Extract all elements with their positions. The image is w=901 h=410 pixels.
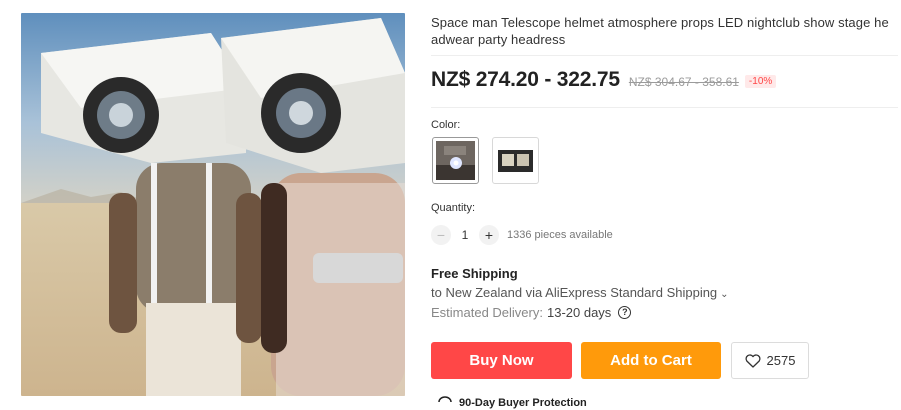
wishlist-button[interactable]: 2575 xyxy=(731,342,809,379)
product-title: Space man Telescope helmet atmosphere pr… xyxy=(431,15,889,47)
delivery-days: 13-20 days xyxy=(546,305,612,320)
quantity-decrease-button[interactable]: − xyxy=(431,225,451,245)
price-divider xyxy=(431,107,898,108)
available-stock: 1336 pieces available xyxy=(507,229,613,241)
add-to-cart-button[interactable]: Add to Cart xyxy=(581,342,721,379)
product-photo-illustration xyxy=(21,13,405,396)
product-main-image[interactable] xyxy=(21,13,405,396)
buy-now-button[interactable]: Buy Now xyxy=(431,342,572,379)
quantity-value[interactable]: 1 xyxy=(451,228,479,242)
quantity-label: Quantity: xyxy=(431,202,476,214)
wishlist-count: 2575 xyxy=(766,353,796,368)
shipping-route: to New Zealand via AliExpress Standard S… xyxy=(431,285,718,300)
help-circle-icon[interactable]: ? xyxy=(618,306,632,319)
shipping-method-selector[interactable]: to New Zealand via AliExpress Standard S… xyxy=(431,285,729,300)
shield-icon xyxy=(438,396,452,403)
quantity-increase-button[interactable]: + xyxy=(479,225,499,245)
buyer-protection-label: 90-Day Buyer Protection xyxy=(459,397,587,409)
color-swatch-1[interactable] xyxy=(432,137,479,184)
swatch-2-thumbnail xyxy=(496,141,535,180)
heart-icon xyxy=(745,353,761,368)
estimated-delivery: Estimated Delivery: 13-20 days ? xyxy=(431,305,632,320)
shipping-title: Free Shipping xyxy=(431,266,518,281)
price-row: NZ$ 274.20 - 322.75 NZ$ 304.67 - 358.61 … xyxy=(431,68,777,92)
buyer-protection: 90-Day Buyer Protection xyxy=(437,396,587,410)
current-price: NZ$ 274.20 - 322.75 xyxy=(431,68,620,91)
quantity-stepper: − 1 + 1336 pieces available xyxy=(431,225,613,245)
delivery-label: Estimated Delivery: xyxy=(431,305,543,320)
title-divider xyxy=(431,55,898,56)
chevron-down-icon: ⌄ xyxy=(720,289,729,300)
color-swatch-2[interactable] xyxy=(492,137,539,184)
discount-badge: -10% xyxy=(744,75,777,88)
swatch-1-thumbnail xyxy=(436,141,475,180)
color-label: Color: xyxy=(431,119,461,131)
original-price: NZ$ 304.67 - 358.61 xyxy=(628,75,739,89)
